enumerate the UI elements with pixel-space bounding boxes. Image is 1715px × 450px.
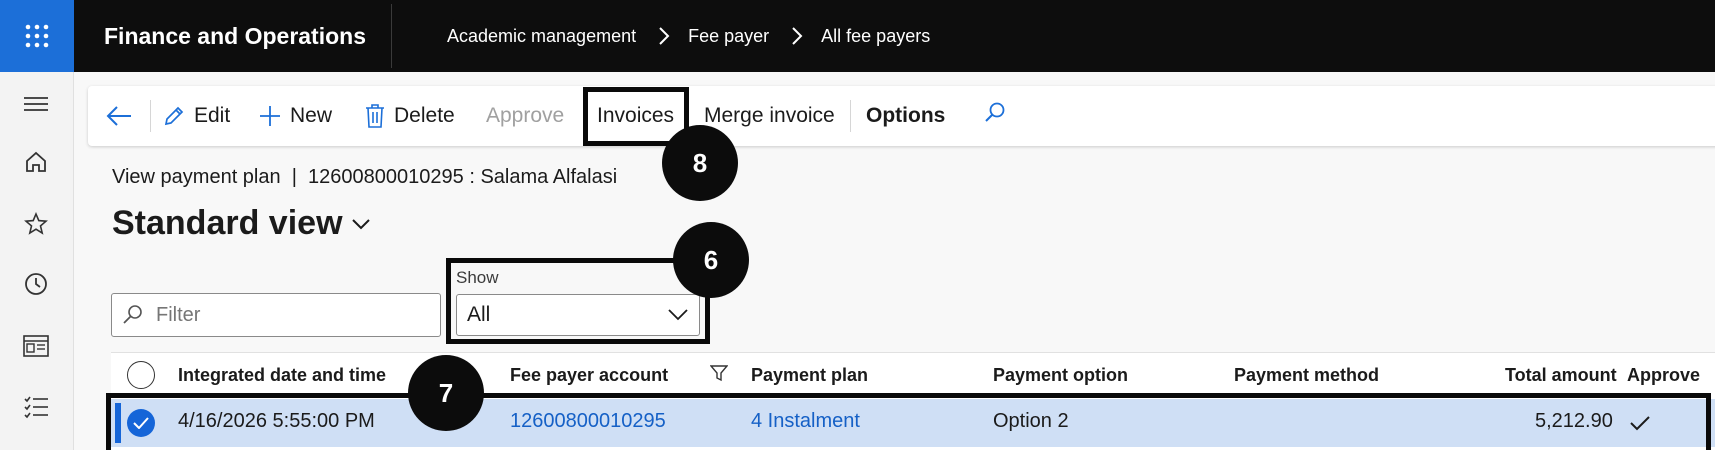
title-divider [391, 4, 392, 68]
filter-placeholder: Filter [156, 303, 201, 326]
column-header-payment-method[interactable]: Payment method [1234, 365, 1379, 386]
breadcrumb-academic-management[interactable]: Academic management [447, 26, 636, 47]
column-header-integrated-date[interactable]: Integrated date and time [178, 365, 386, 386]
divider [150, 100, 151, 132]
home-icon[interactable] [22, 148, 50, 176]
divider [850, 100, 851, 132]
column-header-payment-option[interactable]: Payment option [993, 365, 1128, 386]
search-icon [122, 304, 144, 326]
top-bar: Finance and Operations Academic manageme… [0, 0, 1715, 72]
new-label: New [290, 104, 333, 127]
select-all-checkbox[interactable] [127, 361, 155, 389]
column-header-payment-plan[interactable]: Payment plan [751, 365, 868, 386]
edit-label: Edit [194, 104, 231, 127]
filter-funnel-icon[interactable] [709, 364, 729, 387]
plus-icon [258, 104, 282, 128]
delete-label: Delete [394, 104, 455, 127]
breadcrumb-fee-payer[interactable]: Fee payer [688, 26, 769, 47]
star-icon[interactable] [22, 210, 50, 238]
search-icon [983, 101, 1007, 131]
callout-badge-6: 6 [673, 222, 749, 298]
search-button[interactable] [983, 86, 1007, 146]
delete-button[interactable]: Delete [364, 86, 455, 146]
workspace-icon[interactable] [22, 332, 50, 360]
chevron-right-icon [658, 26, 670, 46]
app-launcher-icon[interactable] [0, 0, 74, 72]
view-title: Standard view [112, 204, 343, 242]
row-highlight [106, 393, 1711, 450]
show-highlight [446, 258, 710, 344]
callout-badge-8: 8 [662, 125, 738, 201]
column-header-approve[interactable]: Approve [1627, 365, 1700, 386]
list-icon[interactable] [22, 394, 50, 422]
breadcrumb: Academic management Fee payer All fee pa… [447, 0, 930, 72]
chevron-right-icon [791, 26, 803, 46]
app-title[interactable]: Finance and Operations [104, 0, 366, 72]
options-tab[interactable]: Options [866, 86, 945, 146]
approve-button[interactable]: Approve [486, 86, 564, 146]
column-header-fee-payer-account[interactable]: Fee payer account [510, 365, 668, 386]
edit-button[interactable]: Edit [162, 86, 230, 146]
clock-icon[interactable] [22, 270, 50, 298]
breadcrumb-all-fee-payers[interactable]: All fee payers [821, 26, 930, 47]
page-subheader: View payment plan | 12600800010295 : Sal… [112, 166, 618, 188]
menu-icon[interactable] [22, 90, 50, 118]
new-button[interactable]: New [258, 86, 332, 146]
back-button[interactable] [106, 86, 132, 146]
chevron-down-icon [351, 217, 371, 231]
trash-icon [364, 103, 386, 129]
view-selector[interactable]: Standard view [112, 204, 371, 243]
action-pane: Edit New Delete Approve Invoices Merge i… [88, 86, 1715, 146]
pencil-icon [162, 104, 186, 128]
filter-input[interactable]: Filter [111, 293, 441, 337]
navigation-rail [0, 72, 74, 450]
column-header-total-amount[interactable]: Total amount [1505, 365, 1617, 386]
callout-badge-7: 7 [408, 355, 484, 431]
